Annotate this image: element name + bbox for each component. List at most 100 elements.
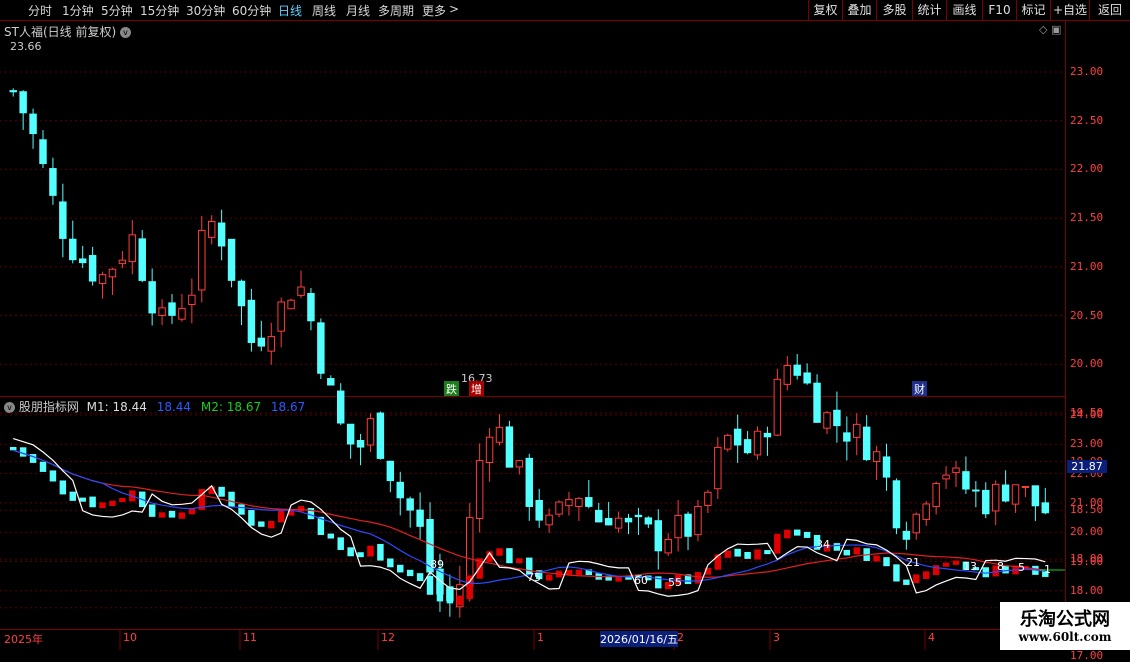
indicator-bar [79, 497, 86, 502]
indicator-bar [49, 470, 57, 482]
candle-body [148, 281, 156, 314]
candle-body [555, 501, 563, 515]
indicator-bar [744, 551, 751, 559]
candle-body [753, 430, 762, 456]
candle-body [972, 489, 980, 492]
indicator-bar [754, 549, 761, 560]
candle-body [128, 234, 137, 263]
candle-body [217, 222, 226, 247]
candle-body [614, 517, 623, 529]
candle-body [327, 378, 335, 386]
candle-body [277, 301, 285, 332]
fib-number-label: 8 [997, 560, 1004, 573]
indicator-bar [903, 579, 910, 585]
date-axis-label: 11 [243, 631, 257, 644]
indicator-bar [724, 550, 731, 558]
current-value-box: 21.87 [1067, 460, 1107, 473]
indicator-bar [89, 496, 96, 508]
candle-body [198, 229, 206, 291]
indicator-bar [942, 562, 950, 567]
fib-number-label: 13 [963, 560, 977, 573]
candle-body [545, 514, 553, 526]
indicator-bar [99, 502, 106, 508]
indicator-bar [803, 531, 811, 538]
candle-body [684, 513, 692, 537]
candle-body [227, 238, 236, 281]
candle-body [307, 293, 315, 322]
indicator-bar [238, 504, 245, 515]
indicator-bar [446, 596, 454, 604]
indicator-bar [516, 558, 523, 564]
candle-body [98, 274, 107, 285]
watermark-title: 乐淘公式网 [1020, 609, 1110, 630]
candle-body [813, 382, 821, 423]
candle-body [485, 436, 494, 464]
indicator-bar [575, 569, 583, 576]
indicator-bar [416, 573, 424, 582]
candle-body [1011, 484, 1020, 505]
date-axis-label: 12 [381, 631, 395, 644]
indicator-bar [268, 520, 275, 529]
indicator-bar [545, 574, 553, 581]
fib-number-label: 1 [1044, 563, 1051, 576]
candle-body [991, 483, 1000, 512]
candle-body [942, 474, 950, 480]
chart-area[interactable] [0, 0, 1130, 650]
candle-body [932, 483, 940, 507]
fib-number-label: 5 [1018, 561, 1025, 574]
candle-body [267, 336, 275, 352]
candle-body [823, 412, 831, 429]
candle-body [694, 505, 702, 536]
indicator-bar [774, 533, 781, 554]
indicator-axis-label: 20.00 [1070, 525, 1104, 539]
indicator-bar [426, 575, 434, 595]
candle-body [733, 428, 742, 446]
candle-body [247, 299, 256, 343]
fib-number-label: 89 [430, 558, 444, 571]
candle-body [714, 446, 722, 490]
indicator-bar [158, 512, 166, 518]
date-axis-label: 2026/01/16/五 [600, 631, 679, 647]
indicator-bar [168, 510, 176, 518]
candle-body [9, 90, 17, 93]
indicator-bar [694, 572, 702, 584]
indicator-bar [109, 500, 116, 506]
watermark: 乐淘公式网 www.60lt.com [1000, 602, 1130, 650]
candle-body [168, 302, 176, 316]
candle-body [674, 514, 682, 539]
candle-body [336, 390, 345, 424]
candle-body [912, 513, 921, 534]
indicator-bar [10, 446, 17, 451]
indicator-axis-label: 23.00 [1070, 437, 1104, 451]
candle-body [525, 457, 533, 507]
indicator-bar [436, 590, 444, 602]
indicator-bar [387, 558, 394, 568]
indicator-bar [873, 555, 880, 562]
indicator-axis-label: 18.00 [1070, 583, 1104, 597]
candle-body [406, 498, 414, 511]
indicator-bar [357, 552, 364, 558]
candle-body [595, 509, 603, 523]
indicator-bar [337, 537, 344, 550]
candle-body [495, 426, 504, 443]
candle-body [138, 238, 146, 281]
indicator-bar [188, 508, 196, 515]
indicator-bar [178, 512, 186, 519]
indicator-bar [39, 461, 47, 472]
candle-body [982, 489, 990, 515]
candle-body [882, 456, 891, 478]
candle-body [29, 113, 37, 135]
fib-number-label: 34 [816, 538, 830, 551]
candle-body [664, 538, 672, 554]
date-axis-label: 1 [537, 631, 544, 644]
candle-body [366, 418, 375, 446]
indicator-axis-label: 19.00 [1070, 554, 1104, 568]
indicator-bar [69, 491, 76, 501]
date-axis-label: 3 [773, 631, 780, 644]
indicator-bar [19, 447, 27, 457]
candle-body [297, 286, 305, 296]
candle-body [237, 280, 246, 307]
candle-body [724, 434, 732, 450]
candle-body [1021, 486, 1030, 489]
date-axis-label: 2 [677, 631, 684, 644]
